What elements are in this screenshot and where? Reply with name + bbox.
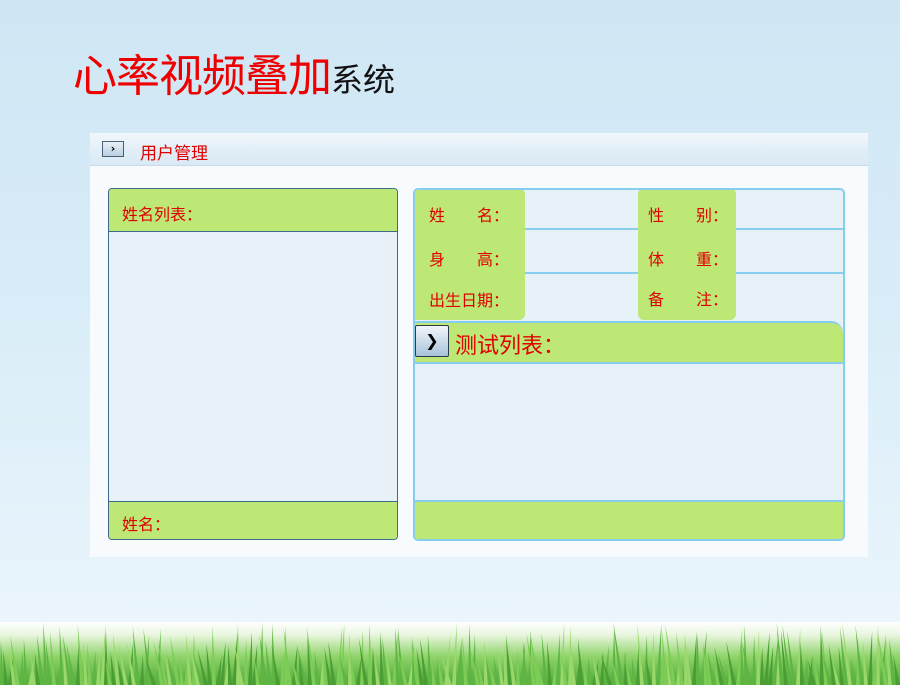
grass-blade — [96, 649, 100, 685]
grass-blade — [547, 641, 552, 685]
grass-blade — [862, 640, 868, 685]
grass-blade — [600, 650, 604, 685]
name-list-header: 姓名列表： — [109, 189, 397, 232]
grass-blade — [206, 643, 212, 685]
grass-blade — [552, 659, 557, 685]
grass-blade — [368, 623, 372, 685]
grass-blade — [796, 627, 801, 685]
grass-blade — [656, 623, 662, 685]
name-list-footer: 姓名： — [109, 501, 397, 539]
grass-blade — [212, 625, 216, 685]
grass-blade — [314, 651, 320, 685]
grass-blade — [876, 624, 880, 685]
grass-blade — [804, 656, 808, 685]
page-title-black: 系统 — [331, 61, 396, 99]
weight-field-label: 体 重： — [648, 250, 729, 269]
grass-blade — [756, 630, 760, 685]
birth-value-field[interactable] — [527, 276, 637, 318]
grass-blade — [248, 631, 252, 685]
grass-blade — [0, 641, 4, 685]
grass-blade — [427, 634, 432, 685]
panel-header: › 用户管理 — [90, 133, 868, 166]
grass-blade — [692, 631, 697, 685]
height-field-label: 身 高： — [429, 250, 510, 269]
test-list-expand-button[interactable]: ❯ — [415, 325, 449, 357]
gender-value-field[interactable] — [737, 190, 843, 226]
grass-blades — [0, 622, 900, 685]
grass-blade — [87, 642, 92, 685]
remark-value-field[interactable] — [737, 276, 843, 318]
test-list[interactable] — [415, 362, 843, 500]
grass-blade — [244, 638, 248, 685]
expand-button[interactable]: › — [102, 141, 124, 157]
gender-field-label: 性 别： — [648, 206, 729, 225]
grass-blade — [556, 633, 560, 685]
grass-blade — [872, 656, 876, 685]
grass-blade — [320, 655, 324, 685]
grass-blade — [850, 657, 856, 685]
name-list-label: 姓名列表： — [122, 205, 203, 224]
birth-field-label: 出生日期： — [429, 291, 510, 310]
name-footer-label: 姓名： — [122, 515, 171, 534]
grass-blade — [452, 622, 457, 685]
grass-blade — [588, 656, 592, 685]
name-field-label: 姓 名： — [429, 206, 510, 225]
grass-blade — [3, 650, 9, 685]
remark-field-label: 备 注： — [648, 290, 729, 309]
grass-blade — [140, 654, 144, 685]
grass-blade — [696, 633, 700, 685]
grass-blade — [280, 651, 284, 685]
panel-title: 用户管理 — [140, 144, 208, 164]
grass-blade — [92, 651, 96, 685]
grass-blade — [752, 635, 756, 685]
grass-blade — [20, 651, 24, 685]
name-value-field[interactable] — [527, 190, 637, 226]
grass-blade — [764, 631, 770, 685]
user-management-panel: › 用户管理 姓名列表： 姓名： 姓 名： 身 高： 出生日期： 性 别： 体 … — [90, 133, 868, 557]
name-list[interactable] — [109, 232, 397, 501]
weight-value-field[interactable] — [737, 232, 843, 270]
grass-blade — [631, 656, 636, 685]
name-list-box: 姓名列表： 姓名： — [108, 188, 398, 540]
grass-blade — [868, 630, 873, 685]
grass-blade — [760, 646, 764, 685]
test-list-footer — [415, 500, 843, 539]
page-title: 心率视频叠加系统 — [73, 40, 395, 104]
test-list-label: 测试列表： — [455, 334, 566, 359]
page-title-red: 心率视频叠加 — [73, 51, 332, 102]
grass-decoration — [0, 622, 900, 685]
grass-blade — [23, 638, 28, 685]
grass-blade — [484, 639, 488, 685]
grass-blade — [179, 655, 184, 685]
test-list-header: ❯ 测试列表： — [415, 321, 843, 364]
user-info-frame: 姓 名： 身 高： 出生日期： 性 别： 体 重： 备 注： ❯ 测试列表： — [413, 188, 845, 541]
grass-blade — [583, 656, 588, 685]
grass-blade — [516, 650, 520, 685]
grass-blade — [652, 631, 656, 685]
grass-blade — [541, 632, 548, 685]
height-value-field[interactable] — [527, 232, 637, 270]
grass-blade — [431, 659, 436, 685]
grass-blade — [800, 642, 804, 685]
